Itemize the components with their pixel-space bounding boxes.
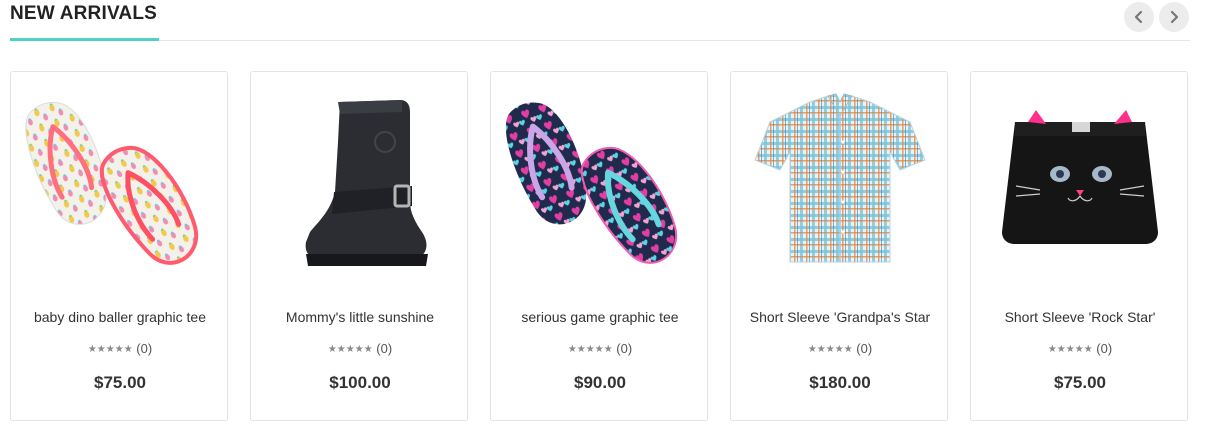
product-name[interactable]: baby dino baller graphic tee [11,309,229,325]
product-card[interactable]: baby dino baller graphic tee ★★★★★ (0) $… [10,71,228,421]
product-image-plaid-shirt[interactable] [740,82,940,282]
product-rating: ★★★★★ (0) [491,341,709,356]
product-card[interactable]: serious game graphic tee ★★★★★ (0) $90.0… [490,71,708,421]
product-price: $75.00 [94,373,146,392]
rating-stars-icon: ★★★★★ [807,344,853,355]
product-rating: ★★★★★ (0) [971,341,1189,356]
rating-stars-icon: ★★★★★ [87,344,133,355]
title-divider [10,40,1190,41]
chevron-right-icon [1170,10,1179,24]
rating-stars-icon: ★★★★★ [327,344,373,355]
product-name[interactable]: serious game graphic tee [491,309,709,325]
review-count: (0) [1096,341,1113,356]
product-card[interactable]: Mommy's little sunshine ★★★★★ (0) $100.0… [250,71,468,421]
product-rating: ★★★★★ (0) [731,341,949,356]
product-rating: ★★★★★ (0) [11,341,229,356]
product-price: $75.00 [1054,373,1106,392]
product-name[interactable]: Mommy's little sunshine [251,309,469,325]
product-price: $180.00 [809,373,871,392]
product-name[interactable]: Short Sleeve 'Grandpa's Star [731,309,949,325]
title-accent-underline [10,38,159,41]
product-price: $90.00 [574,373,626,392]
rating-stars-icon: ★★★★★ [1047,344,1093,355]
section-title: NEW ARRIVALS [10,3,158,24]
review-count: (0) [856,341,873,356]
review-count: (0) [616,341,633,356]
product-image-pineapple-flip-flops[interactable] [20,82,220,282]
chevron-left-icon [1134,10,1143,24]
carousel-next-button[interactable] [1159,2,1189,32]
carousel-prev-button[interactable] [1124,2,1154,32]
product-card[interactable]: Short Sleeve 'Rock Star' ★★★★★ (0) $75.0… [970,71,1188,421]
review-count: (0) [376,341,393,356]
product-image-heart-flip-flops[interactable] [500,82,700,282]
product-price: $100.00 [329,373,391,392]
rating-stars-icon: ★★★★★ [567,344,613,355]
product-name[interactable]: Short Sleeve 'Rock Star' [971,309,1189,325]
product-image-black-boot[interactable] [260,82,460,282]
product-card[interactable]: Short Sleeve 'Grandpa's Star ★★★★★ (0) $… [730,71,948,421]
review-count: (0) [136,341,153,356]
product-image-cat-skirt[interactable] [980,82,1180,282]
product-rating: ★★★★★ (0) [251,341,469,356]
